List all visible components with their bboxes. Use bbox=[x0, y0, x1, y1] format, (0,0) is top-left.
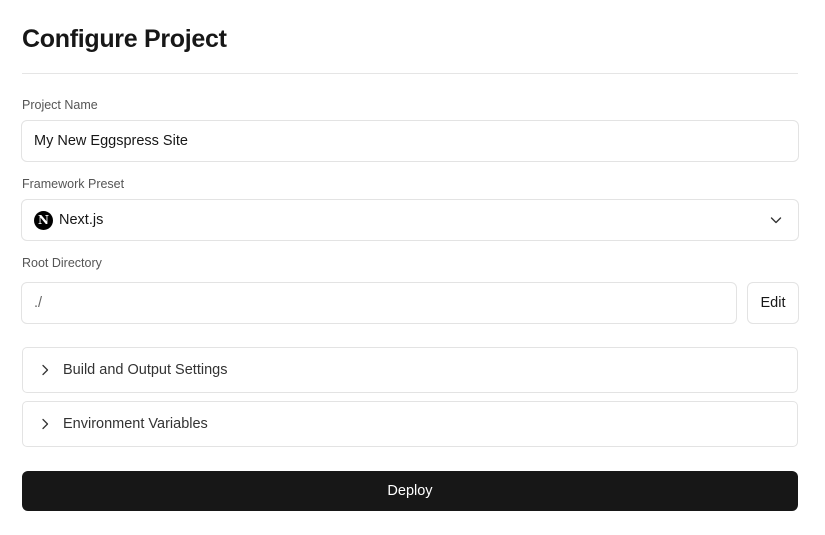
environment-variables-label: Environment Variables bbox=[63, 416, 208, 432]
project-name-value: My New Eggspress Site bbox=[34, 133, 188, 149]
build-output-settings-label: Build and Output Settings bbox=[63, 362, 228, 378]
project-name-input[interactable]: My New Eggspress Site bbox=[21, 120, 799, 162]
root-directory-input[interactable]: ./ bbox=[21, 282, 737, 324]
root-directory-label: Root Directory bbox=[22, 256, 102, 270]
deploy-button[interactable]: Deploy bbox=[22, 471, 798, 511]
build-output-settings-toggle[interactable]: Build and Output Settings bbox=[22, 347, 798, 393]
edit-root-directory-button[interactable]: Edit bbox=[747, 282, 799, 324]
nextjs-logo-icon: N bbox=[34, 210, 53, 230]
environment-variables-toggle[interactable]: Environment Variables bbox=[22, 401, 798, 447]
chevron-right-icon bbox=[42, 364, 49, 376]
chevron-down-icon bbox=[770, 217, 782, 224]
chevron-right-icon bbox=[42, 418, 49, 430]
framework-preset-label: Framework Preset bbox=[22, 177, 125, 191]
framework-preset-select[interactable]: N Next.js bbox=[21, 199, 799, 241]
root-directory-value: ./ bbox=[34, 295, 43, 311]
divider bbox=[22, 73, 798, 74]
page-title: Configure Project bbox=[22, 25, 227, 53]
project-name-label: Project Name bbox=[22, 98, 98, 112]
framework-preset-value: Next.js bbox=[59, 212, 104, 228]
